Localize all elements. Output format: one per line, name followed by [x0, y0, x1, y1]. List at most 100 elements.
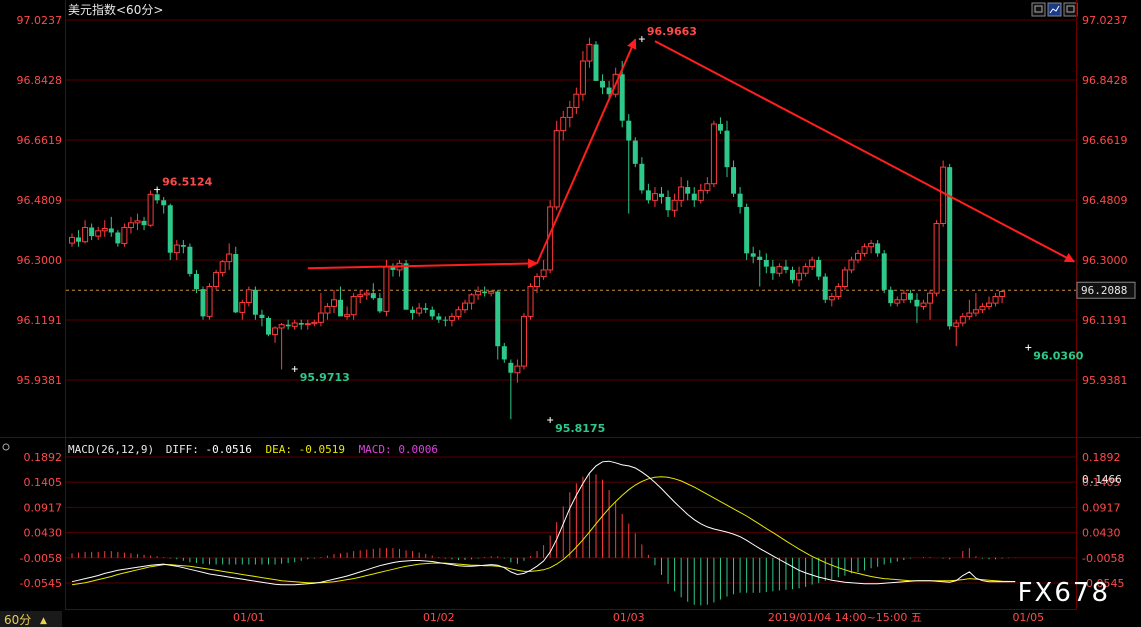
- candle: [947, 163, 953, 330]
- candle-body: [233, 254, 239, 313]
- candle-body: [744, 206, 750, 254]
- candle-body: [95, 230, 102, 237]
- candle-body: [285, 324, 291, 327]
- candle: [475, 286, 482, 300]
- candle: [927, 289, 934, 320]
- candle-body: [828, 295, 835, 301]
- price-tick-label: 96.3000: [17, 254, 63, 267]
- candle: [324, 303, 331, 320]
- candle-body: [442, 319, 448, 321]
- chart-title: 美元指数<60分>: [68, 2, 163, 17]
- candle-body: [377, 298, 383, 312]
- candle-body: [933, 223, 940, 294]
- period-arrow-icon[interactable]: ▲: [40, 616, 47, 626]
- annotation-label: 95.9713: [300, 371, 350, 384]
- candle-body: [835, 286, 842, 297]
- candle: [907, 289, 913, 304]
- candle: [508, 359, 514, 420]
- candle: [206, 283, 213, 320]
- candle: [101, 220, 108, 237]
- candle-body: [291, 322, 298, 327]
- candle: [933, 220, 940, 297]
- candle-body: [900, 292, 907, 301]
- price-tick-label: 96.6619: [1082, 134, 1128, 147]
- candle-body: [920, 302, 927, 307]
- macd-histogram: [71, 472, 1016, 606]
- candle-body: [219, 261, 226, 274]
- candle-body: [167, 205, 173, 253]
- candle: [953, 319, 960, 347]
- price-tick-label: 96.6619: [17, 134, 63, 147]
- candle: [259, 309, 265, 327]
- candle-body: [802, 266, 809, 274]
- candle: [835, 283, 842, 300]
- candle-body: [704, 183, 711, 191]
- candle-body: [410, 309, 416, 314]
- candle-body: [89, 227, 95, 237]
- candle: [710, 120, 717, 188]
- candle-body: [527, 286, 534, 317]
- price-axis-left: 97.0237 96.8428 96.6619 96.4809 96.3000 96.11…: [17, 14, 63, 387]
- period-tab-label[interactable]: 60分: [4, 613, 31, 627]
- candle: [514, 359, 521, 383]
- candle: [855, 250, 861, 264]
- candle: [888, 286, 894, 307]
- restore-icon[interactable]: [1063, 2, 1078, 17]
- candle: [200, 286, 206, 320]
- annotation-label: 95.8175: [555, 422, 605, 435]
- candle: [193, 269, 199, 294]
- candle-body: [685, 187, 691, 194]
- candle: [750, 246, 756, 264]
- candle-body: [841, 269, 848, 288]
- candle-body: [619, 74, 625, 121]
- candle: [848, 256, 855, 274]
- candle-body: [763, 259, 769, 267]
- candle: [639, 157, 645, 194]
- candle: [213, 269, 220, 290]
- annotation-label: 96.0360: [1033, 350, 1083, 363]
- candle-body: [790, 269, 795, 280]
- trend-arrow: [654, 40, 1076, 263]
- price-tick-label: 95.9381: [1082, 374, 1128, 387]
- candle: [593, 41, 599, 81]
- candle: [69, 233, 75, 247]
- candle-body: [482, 291, 488, 294]
- candle-body: [298, 323, 304, 325]
- candle-body: [855, 252, 861, 261]
- candle: [416, 303, 423, 317]
- candle-body: [822, 276, 828, 300]
- settings-icon[interactable]: [2, 443, 10, 451]
- macd-value: 0.0006: [398, 443, 438, 456]
- candle: [82, 220, 89, 244]
- candle: [632, 137, 638, 168]
- candle-body: [141, 220, 147, 226]
- candle-body: [710, 123, 717, 185]
- window-icon[interactable]: [1031, 2, 1046, 17]
- candle: [678, 177, 685, 207]
- diff-label: DIFF:: [166, 443, 199, 456]
- candle: [665, 190, 671, 217]
- candle-body: [724, 130, 730, 168]
- period-tab[interactable]: 60分 ▲: [0, 611, 62, 627]
- candle-body: [436, 316, 442, 320]
- candle: [626, 114, 632, 214]
- dea-value: -0.0519: [299, 443, 345, 456]
- candle: [488, 289, 495, 297]
- candle: [776, 263, 783, 277]
- macd-tick-label: -0.0058: [1082, 552, 1124, 565]
- candle-body: [383, 266, 390, 312]
- candle-body: [600, 80, 606, 88]
- candle: [239, 299, 246, 320]
- candle-body: [331, 299, 337, 307]
- candle-body: [573, 93, 580, 108]
- candle-body: [783, 266, 789, 270]
- candle: [796, 266, 803, 287]
- candle-body: [914, 299, 920, 307]
- candle-body: [259, 314, 265, 319]
- candle-body: [344, 314, 351, 317]
- candle-body: [979, 305, 986, 311]
- candle: [999, 289, 1006, 304]
- candle: [442, 316, 448, 327]
- price-tick-label: 96.3000: [1082, 254, 1128, 267]
- time-axis-label: 01/01: [233, 611, 265, 624]
